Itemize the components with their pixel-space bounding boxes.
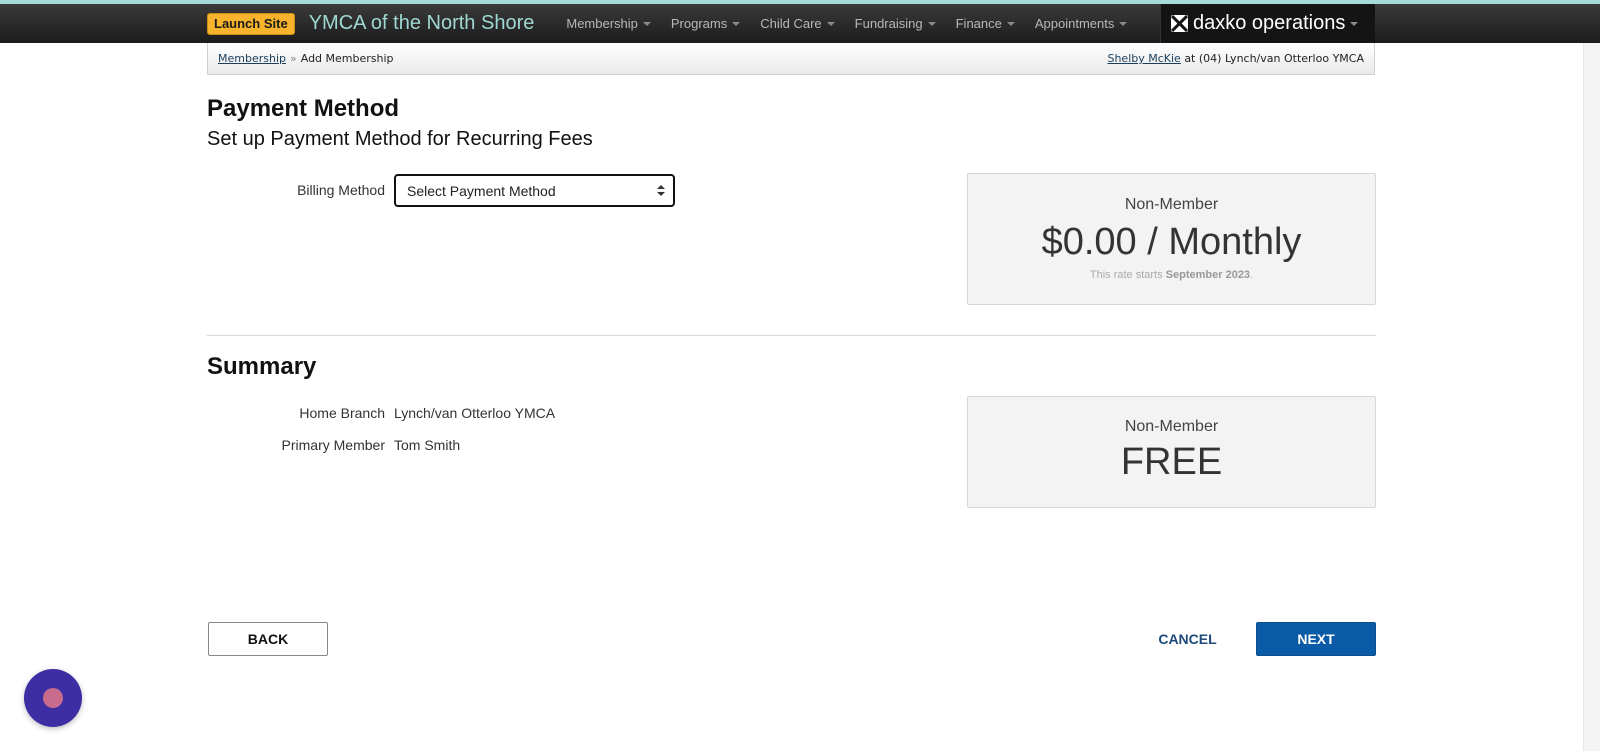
rate-note-date: September 2023 (1165, 269, 1251, 281)
caret-down-icon (642, 21, 651, 26)
caret-down-icon (1119, 21, 1128, 26)
menu-label: Membership (566, 16, 638, 31)
payment-method-subtitle: Set up Payment Method for Recurring Fees (207, 128, 593, 150)
cancel-button[interactable]: CANCEL (1135, 622, 1240, 656)
menu-item-child-care[interactable]: Child Care (750, 16, 844, 31)
rate-name: Non-Member (1124, 196, 1219, 213)
menu-item-appointments[interactable]: Appointments (1025, 16, 1138, 31)
home-branch-value: Lynch/van Otterloo YMCA (394, 405, 556, 421)
chat-launcher-button[interactable] (24, 669, 82, 727)
user-location-text: at (04) Lynch/van Otterloo YMCA (1184, 52, 1364, 65)
rate-note-prefix: This rate starts (1089, 269, 1163, 281)
billing-method-select[interactable]: Select Payment Method (394, 174, 675, 207)
payment-method-title: Payment Method (207, 95, 400, 122)
breadcrumb-trail: Membership » Add Membership (218, 52, 394, 65)
caret-down-icon (826, 21, 835, 26)
billing-method-label: Billing Method (297, 182, 385, 198)
user-link[interactable]: Shelby McKie (1107, 52, 1180, 65)
billing-method-value: Select Payment Method (407, 182, 556, 199)
org-name[interactable]: YMCA of the North Shore (309, 12, 535, 35)
select-arrows-icon (657, 185, 665, 197)
breadcrumb: Membership » Add Membership Shelby McKie a… (207, 43, 1375, 75)
menu-item-programs[interactable]: Programs (661, 16, 750, 31)
menu-label: Finance (955, 16, 1002, 31)
top-navbar: Launch Site YMCA of the North Shore Memb… (0, 4, 1600, 43)
breadcrumb-link-membership[interactable]: Membership (218, 52, 286, 65)
caret-down-icon (1006, 21, 1015, 26)
primary-member-value: Tom Smith (394, 437, 461, 453)
menu-item-finance[interactable]: Finance (946, 16, 1025, 31)
launch-site-button[interactable]: Launch Site (207, 12, 295, 35)
primary-member-label: Primary Member (281, 437, 385, 453)
back-button[interactable]: BACK (208, 622, 328, 656)
rate-note: This rate starts September 2023. (968, 269, 1375, 281)
caret-down-icon (1350, 21, 1359, 26)
user-location: Shelby McKie at (04) Lynch/van Otterloo … (1107, 52, 1364, 65)
menu-label: Fundraising (854, 16, 923, 31)
page-scrollbar[interactable] (1583, 43, 1600, 751)
summary-rate-card: Non-Member FREE (967, 396, 1376, 508)
summary-rate-price: FREE (1120, 441, 1223, 483)
menu-label: Programs (670, 16, 728, 31)
menu-label: Appointments (1034, 16, 1115, 31)
menu-item-membership[interactable]: Membership (556, 16, 661, 31)
summary-rate-name: Non-Member (1124, 418, 1219, 435)
next-button[interactable]: NEXT (1256, 622, 1376, 656)
home-branch-label: Home Branch (299, 405, 385, 421)
brand-name: daxko operations (1193, 12, 1346, 34)
rate-card: Non-Member $0.00 / Monthly This rate sta… (967, 173, 1376, 305)
daxko-logo-icon (1171, 15, 1188, 32)
main-menu: Membership Programs Child Care Fundraisi… (556, 16, 1137, 31)
product-switcher[interactable]: daxko operations (1160, 4, 1375, 43)
menu-label: Child Care (760, 16, 822, 31)
rate-price: $0.00 / Monthly (1041, 221, 1302, 263)
menu-item-fundraising[interactable]: Fundraising (845, 16, 946, 31)
summary-title: Summary (207, 353, 317, 380)
nav-inner: Launch Site YMCA of the North Shore Memb… (207, 4, 1375, 43)
chat-icon (43, 688, 63, 708)
rate-note-suffix: . (1250, 269, 1254, 281)
caret-down-icon (927, 21, 936, 26)
breadcrumb-current: Add Membership (300, 52, 394, 65)
caret-down-icon (732, 21, 741, 26)
breadcrumb-separator-icon: » (290, 52, 297, 65)
section-divider (207, 335, 1376, 336)
